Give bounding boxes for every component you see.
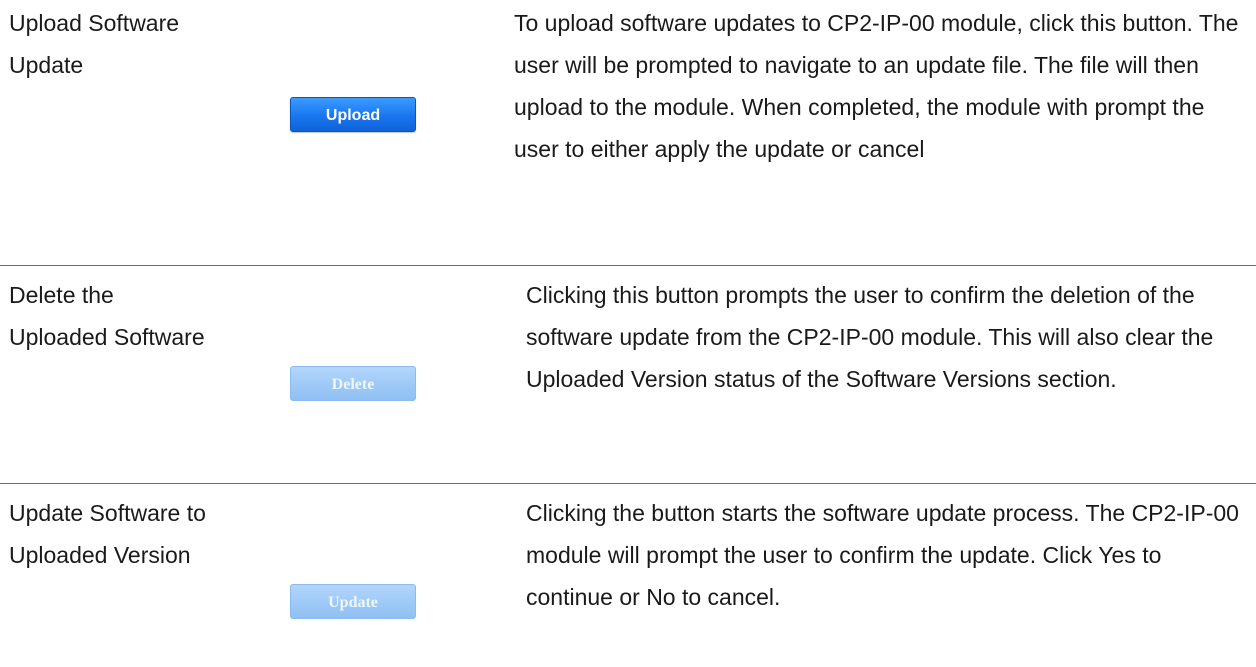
update-button[interactable]: Update [290, 584, 416, 619]
upload-button[interactable]: Upload [290, 97, 416, 132]
label-line: Update Software to [9, 500, 206, 526]
update-description: Clicking the button starts the software … [526, 500, 1239, 610]
delete-description: Clicking this button prompts the user to… [526, 282, 1214, 392]
upload-description: To upload software updates to CP2-IP-00 … [514, 10, 1239, 162]
label-line: Uploaded Version [9, 542, 191, 568]
delete-software-row: Delete the Uploaded Software Delete Clic… [0, 266, 1256, 483]
label-line: Delete the [9, 282, 114, 308]
upload-software-label: Upload Software Update [9, 2, 299, 86]
delete-button[interactable]: Delete [290, 366, 416, 401]
delete-software-label: Delete the Uploaded Software [9, 274, 299, 358]
upload-software-row: Upload Software Update Upload To upload … [0, 0, 1256, 265]
label-line: Upload Software [9, 10, 180, 36]
update-software-row: Update Software to Uploaded Version Upda… [0, 484, 1256, 667]
update-software-label: Update Software to Uploaded Version [9, 492, 299, 576]
label-line: Update [9, 52, 84, 78]
label-line: Uploaded Software [9, 324, 205, 350]
